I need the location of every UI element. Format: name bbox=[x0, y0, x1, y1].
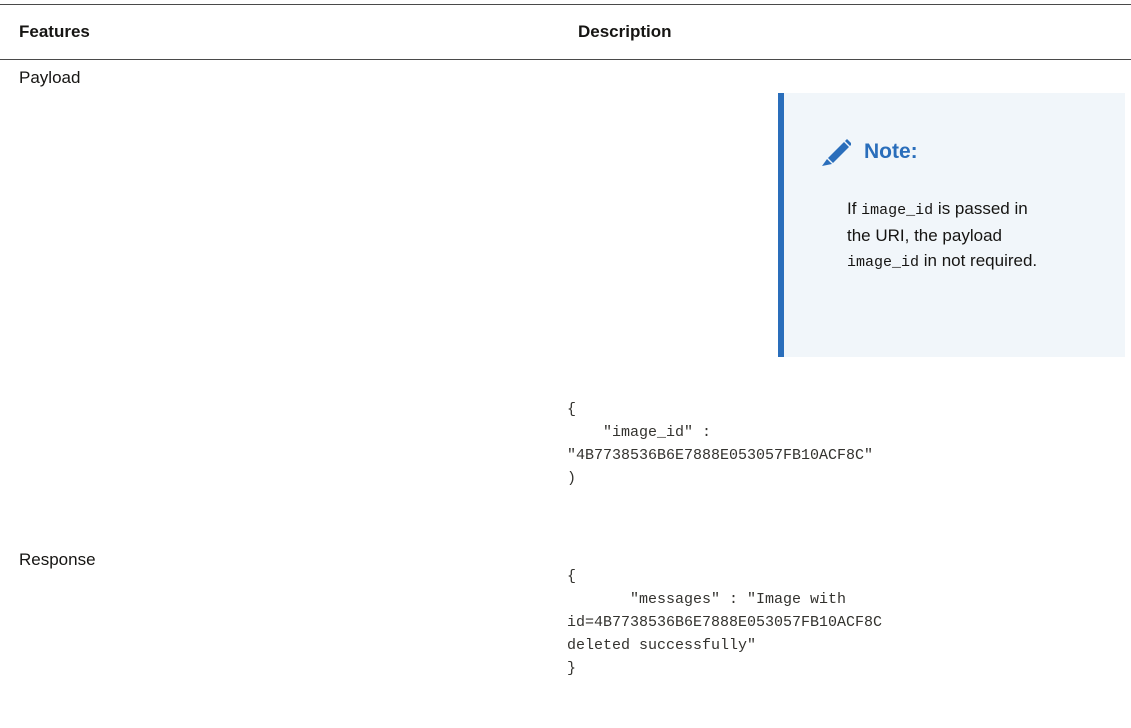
response-code-block: { "messages" : "Image with id=4B7738536B… bbox=[567, 568, 883, 677]
note-text: in not required. bbox=[919, 251, 1038, 270]
table-header-rule bbox=[0, 59, 1131, 60]
note-body: If image_id is passed in the URI, the pa… bbox=[847, 196, 1047, 275]
note-code-image-id: image_id bbox=[847, 254, 920, 271]
row-label-payload: Payload bbox=[19, 68, 81, 87]
note-callout: Note: If image_id is passed in the URI, … bbox=[778, 93, 1125, 357]
table-top-rule bbox=[0, 4, 1131, 5]
payload-code-block: { "image_id" : "4B7738536B6E7888E053057F… bbox=[567, 401, 874, 487]
header-description: Description bbox=[578, 22, 672, 41]
note-code-image-id: image_id bbox=[861, 202, 934, 219]
header-features: Features bbox=[19, 22, 90, 41]
row-label-response: Response bbox=[19, 550, 96, 569]
note-text: If bbox=[847, 199, 862, 218]
note-title: Note: bbox=[864, 140, 918, 163]
pencil-icon bbox=[822, 139, 851, 166]
